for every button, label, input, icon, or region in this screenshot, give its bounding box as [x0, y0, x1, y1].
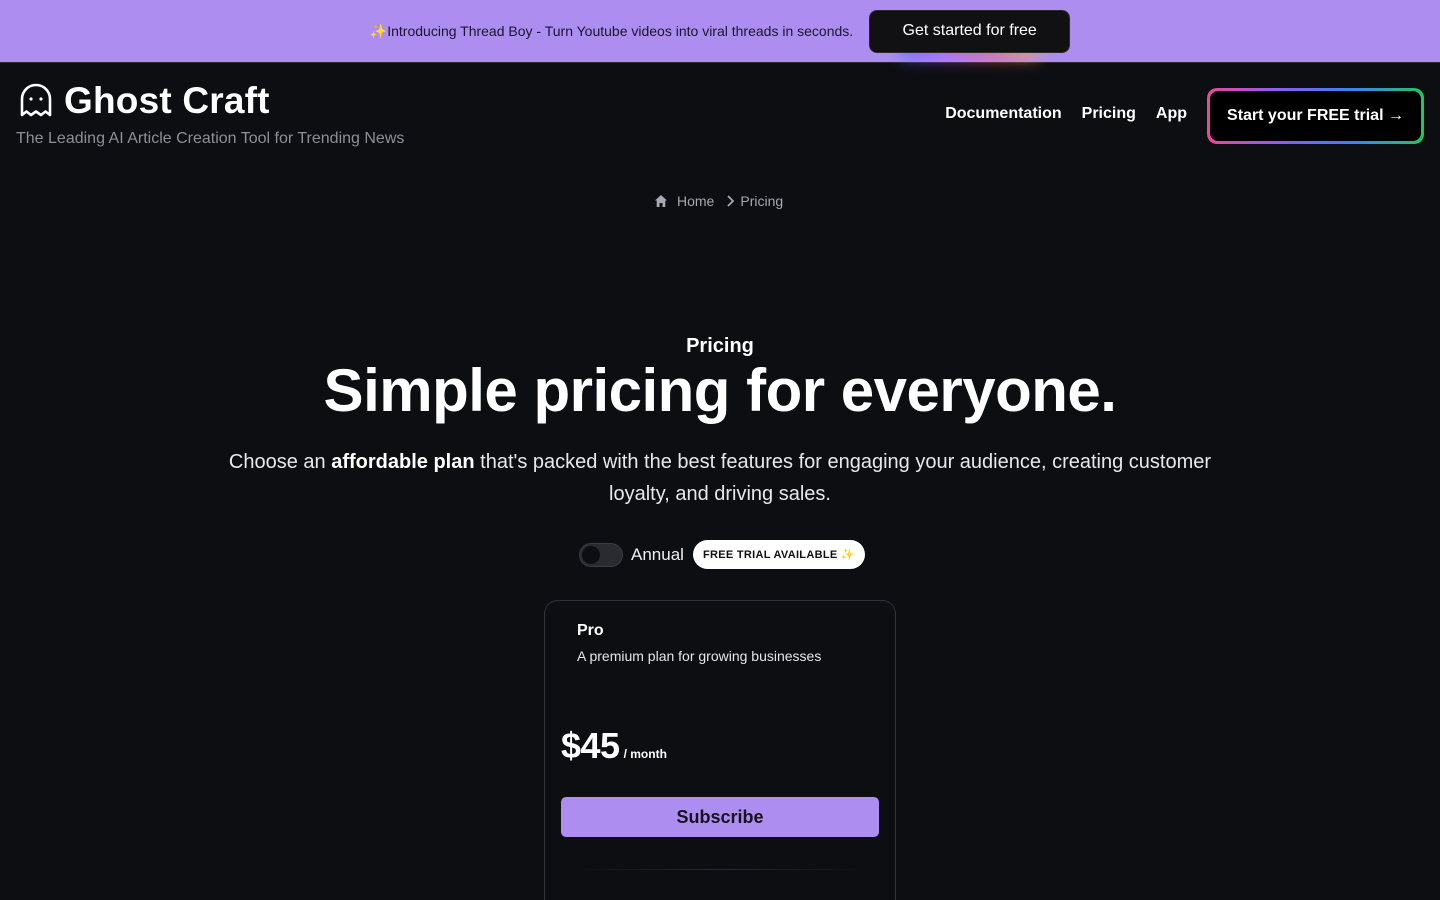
plan-price: $45: [561, 725, 620, 766]
free-trial-badge: FREE TRIAL AVAILABLE ✨: [692, 540, 865, 569]
subtitle-emphasis: affordable plan: [331, 451, 475, 473]
nav-app[interactable]: App: [1156, 105, 1187, 123]
page-title: Simple pricing for everyone.: [323, 357, 1117, 424]
toggle-knob: [582, 545, 600, 564]
start-free-trial-label: Start your FREE trial →: [1210, 91, 1421, 141]
ghost-icon: [18, 83, 54, 119]
annual-label: Annual: [631, 544, 684, 564]
brand-name: Ghost Craft: [64, 80, 270, 121]
chevron-right-icon: [726, 195, 735, 207]
section-eyebrow: Pricing: [686, 335, 754, 357]
plan-price-row: $45 / month: [561, 725, 667, 767]
brand-logo[interactable]: Ghost Craft: [18, 80, 270, 122]
main-nav: Documentation Pricing App: [945, 105, 1187, 123]
subscribe-button[interactable]: Subscribe: [561, 797, 879, 837]
home-icon: [654, 194, 668, 208]
subtitle-lead: Choose an: [228, 451, 332, 473]
plan-name: Pro: [577, 622, 604, 639]
pricing-card-pro: Pro A premium plan for growing businesse…: [544, 600, 896, 900]
nav-documentation[interactable]: Documentation: [945, 105, 1061, 123]
breadcrumb-home-link[interactable]: Home: [654, 193, 714, 209]
plan-period: / month: [623, 747, 667, 761]
page-subtitle: Choose an affordable plan that's packed …: [220, 446, 1220, 510]
billing-toggle-row: Annual FREE TRIAL AVAILABLE ✨: [579, 540, 865, 569]
announcement-banner: ✨Introducing Thread Boy - Turn Youtube v…: [0, 0, 1440, 63]
banner-cta-wrapper: Get started for free: [869, 9, 1071, 58]
breadcrumb-home-label: Home: [677, 193, 715, 209]
get-started-button[interactable]: Get started for free: [869, 9, 1071, 53]
start-free-trial-button[interactable]: Start your FREE trial →: [1207, 88, 1424, 144]
nav-pricing[interactable]: Pricing: [1082, 105, 1136, 123]
breadcrumb: Home Pricing: [654, 193, 783, 209]
breadcrumb-current: Pricing: [740, 193, 784, 209]
plan-description: A premium plan for growing businesses: [577, 648, 822, 664]
brand-tagline: The Leading AI Article Creation Tool for…: [16, 130, 405, 147]
annual-billing-toggle[interactable]: [579, 542, 623, 567]
card-divider: [575, 869, 865, 870]
banner-text: ✨Introducing Thread Boy - Turn Youtube v…: [369, 22, 854, 39]
subtitle-rest: that's packed with the best features for…: [474, 451, 1212, 505]
